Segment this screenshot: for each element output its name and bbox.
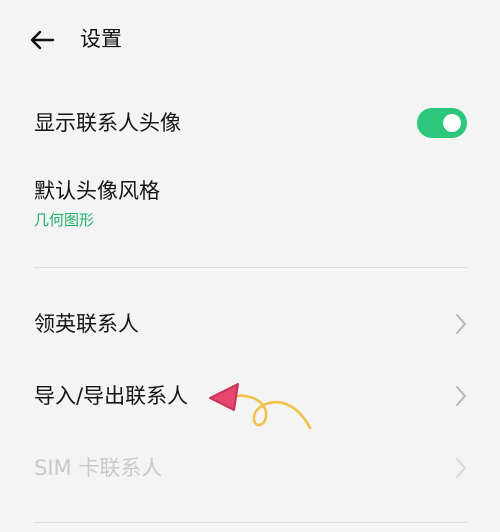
bottom-divider [34, 522, 467, 523]
linkedin-contacts-label: 领英联系人 [34, 312, 139, 336]
import-export-label: 导入/导出联系人 [34, 384, 189, 408]
show-avatar-row[interactable]: 显示联系人头像 [0, 100, 500, 146]
chevron-right-icon [456, 314, 466, 334]
arrow-left-icon [30, 30, 55, 50]
section-divider [34, 267, 467, 268]
show-avatar-toggle[interactable] [417, 108, 467, 138]
sim-contacts-row[interactable]: SIM 卡联系人 [0, 444, 500, 492]
toggle-knob [443, 114, 461, 132]
chevron-right-icon [456, 458, 466, 478]
avatar-style-value: 几何图形 [34, 211, 95, 229]
import-export-row[interactable]: 导入/导出联系人 [0, 372, 500, 420]
linkedin-contacts-row[interactable]: 领英联系人 [0, 300, 500, 348]
app-header: 设置 [0, 0, 500, 76]
show-avatar-label: 显示联系人头像 [34, 111, 181, 135]
avatar-style-row[interactable]: 默认头像风格 几何图形 [0, 172, 500, 236]
page-title: 设置 [80, 27, 122, 51]
back-button[interactable] [24, 22, 60, 58]
sim-contacts-label: SIM 卡联系人 [34, 456, 163, 480]
avatar-style-label: 默认头像风格 [34, 179, 160, 203]
chevron-right-icon [456, 386, 466, 406]
